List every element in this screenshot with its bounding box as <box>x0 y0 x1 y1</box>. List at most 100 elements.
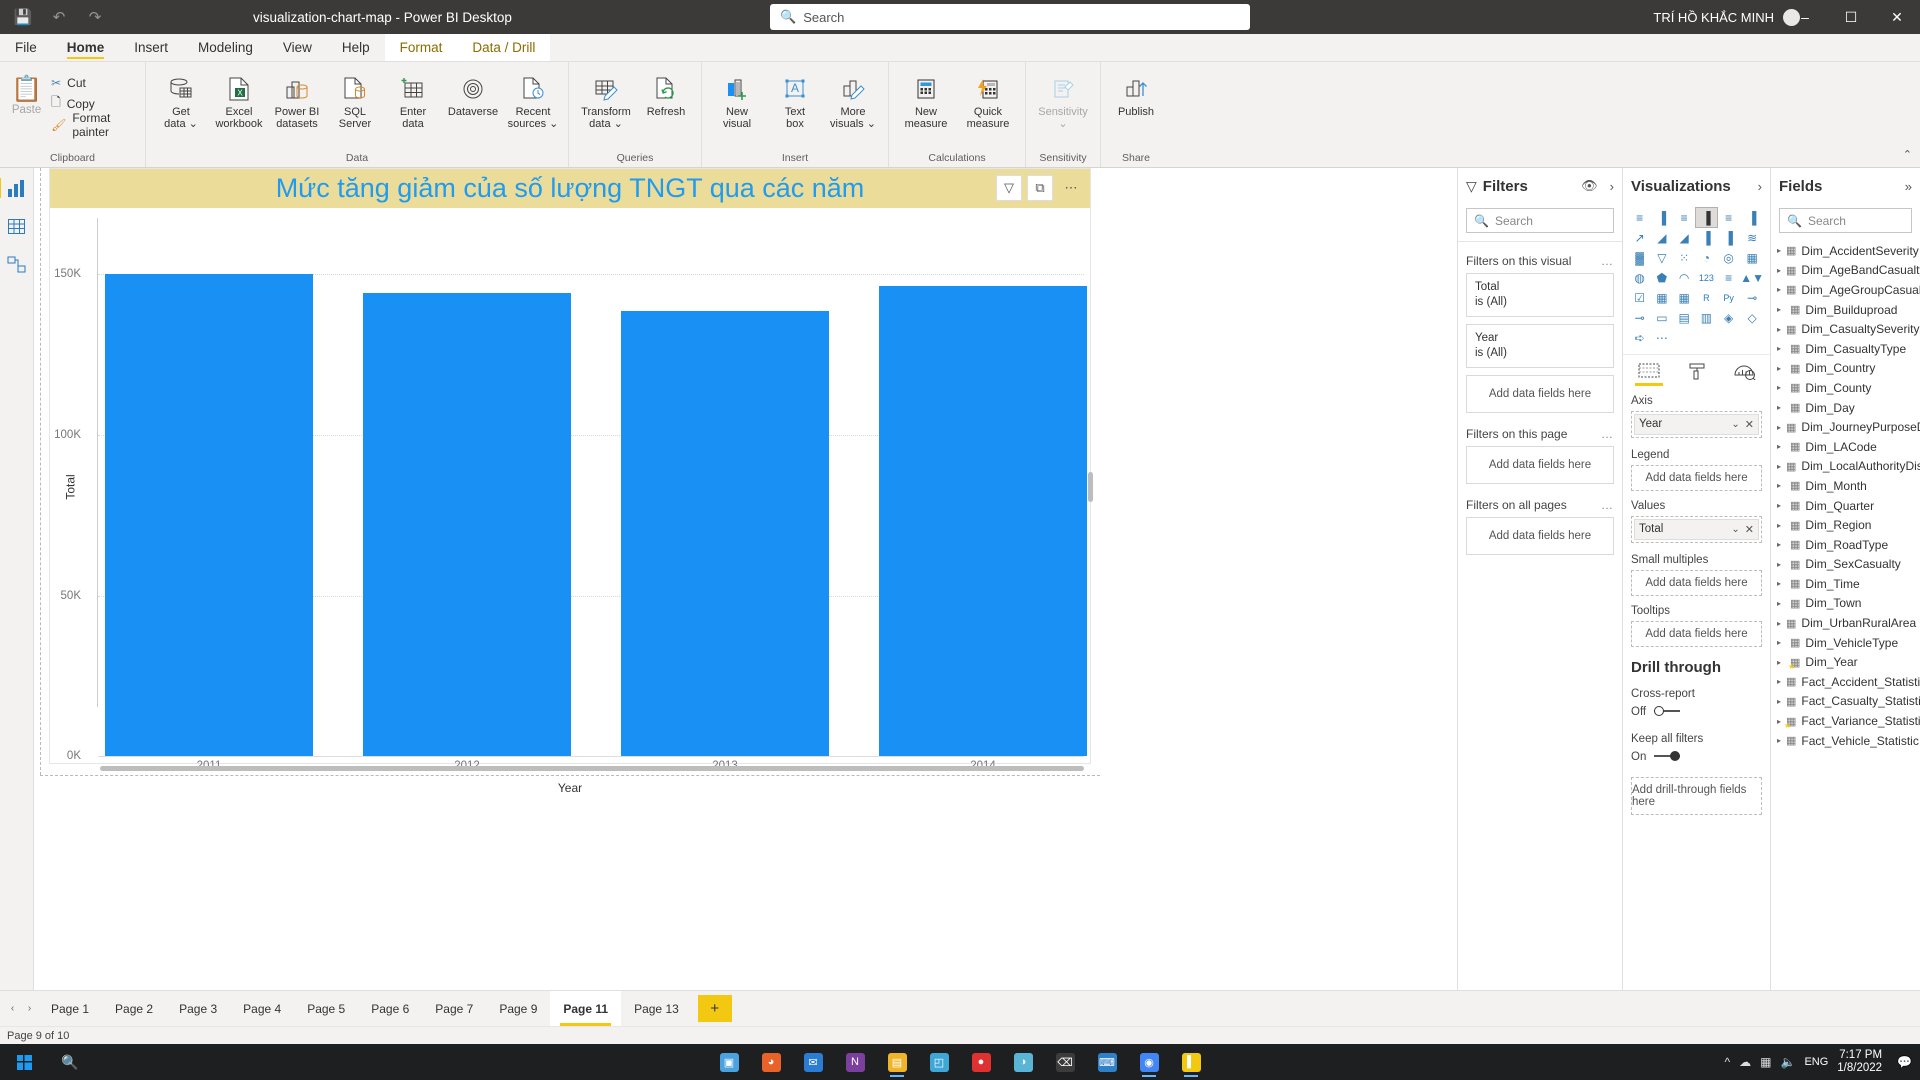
decomposition-tree-icon[interactable]: ⊸ <box>1629 308 1650 327</box>
page-tab-page-1[interactable]: Page 1 <box>38 991 102 1026</box>
field-item[interactable]: ▸ ▦ Dim_LACode <box>1771 437 1920 457</box>
fields-search-input[interactable]: 🔍 Search <box>1779 208 1912 233</box>
chevron-right-icon[interactable]: ▸ <box>1777 658 1785 667</box>
filled-map-icon[interactable]: ⬟ <box>1651 268 1672 287</box>
enter-data-button[interactable]: Enter data <box>384 68 442 130</box>
multi-row-card-icon[interactable]: ≡ <box>1718 268 1739 287</box>
chevron-right-icon[interactable]: ▸ <box>1777 579 1785 588</box>
100-stacked-column-chart-icon[interactable]: ▐ <box>1740 208 1764 227</box>
maximize-button[interactable]: ☐ <box>1828 0 1874 34</box>
analytics-tab[interactable] <box>1731 363 1759 388</box>
field-item[interactable]: ▸ ▦ ★ Fact_Variance_Statistic <box>1771 711 1920 731</box>
area-chart-icon[interactable]: ◢ <box>1651 228 1672 247</box>
page-next-button[interactable]: › <box>21 991 38 1026</box>
chevron-right-icon[interactable]: ▸ <box>1777 383 1785 392</box>
kpi-icon[interactable]: ▲▼ <box>1740 268 1764 287</box>
field-item[interactable]: ▸ ▦ Dim_JourneyPurposeDr... <box>1771 417 1920 437</box>
dataverse-button[interactable]: Dataverse <box>442 68 504 118</box>
cross-report-toggle-row[interactable]: Off <box>1623 704 1770 726</box>
stacked-area-chart-icon[interactable]: ◢ <box>1673 228 1694 247</box>
chevron-right-icon[interactable]: ▸ <box>1777 677 1781 686</box>
new-visual-button[interactable]: New visual <box>708 68 766 130</box>
sql-server-button[interactable]: SQL Server <box>326 68 384 130</box>
collapse-ribbon-button[interactable]: ⌃ <box>1903 148 1912 161</box>
remove-field-icon[interactable]: ✕ <box>1745 523 1754 536</box>
drill-through-dropzone[interactable]: Add drill-through fields here <box>1631 776 1762 815</box>
excel-workbook-button[interactable]: X Excel workbook <box>210 68 268 130</box>
gauge-icon[interactable]: ◠ <box>1673 268 1694 287</box>
bar-2014[interactable] <box>879 286 1087 756</box>
ribbon-tab-insert[interactable]: Insert <box>119 34 183 61</box>
paint-icon[interactable]: ◑ <box>1004 1046 1042 1078</box>
chevron-double-right-icon[interactable]: » <box>1905 179 1912 194</box>
page-tab-page-3[interactable]: Page 3 <box>166 991 230 1026</box>
field-item[interactable]: ▸ ▦ ★ Dim_Year <box>1771 652 1920 672</box>
report-canvas[interactable]: Mức tăng giảm của số lượng TNGT qua các … <box>34 168 1457 990</box>
page-tab-page-2[interactable]: Page 2 <box>102 991 166 1026</box>
chevron-right-icon[interactable]: ▸ <box>1777 619 1781 628</box>
key-influencers-icon[interactable]: ⊸ <box>1740 288 1764 307</box>
field-item[interactable]: ▸ ▦ Dim_LocalAuthorityDist... <box>1771 457 1920 477</box>
field-item[interactable]: ▸ ▦ Dim_Country <box>1771 359 1920 379</box>
ribbon-tab-home[interactable]: Home <box>52 34 120 61</box>
clock[interactable]: 7:17 PM 1/8/2022 <box>1837 1049 1888 1075</box>
map-icon[interactable]: ◍ <box>1629 268 1650 287</box>
chevron-right-icon[interactable]: ▸ <box>1777 364 1785 373</box>
table-icon[interactable]: ▦ <box>1651 288 1672 307</box>
chevron-right-icon[interactable]: ▸ <box>1777 481 1785 490</box>
notification-bell-icon[interactable]: 💬 <box>1897 1055 1912 1069</box>
onedrive-icon[interactable]: ☁ <box>1739 1055 1751 1069</box>
chevron-right-icon[interactable]: ▸ <box>1777 540 1785 549</box>
page-tab-page-13[interactable]: Page 13 <box>621 991 692 1026</box>
azure-map-icon[interactable]: ➪ <box>1629 328 1650 347</box>
line-chart-icon[interactable]: ↗ <box>1629 228 1650 247</box>
undo-icon[interactable]: ↶ <box>50 8 68 26</box>
chevron-right-icon[interactable]: ▸ <box>1777 697 1781 706</box>
field-item[interactable]: ▸ ▦ Dim_VehicleType <box>1771 633 1920 653</box>
qna-icon[interactable]: ▭ <box>1651 308 1672 327</box>
filter-icon[interactable]: ▽ <box>996 175 1022 201</box>
file-explorer-icon[interactable]: ▤ <box>878 1046 916 1078</box>
chevron-right-icon[interactable]: ▸ <box>1777 305 1785 314</box>
get-more-visuals-icon[interactable]: ⋯ <box>1651 328 1672 347</box>
chevron-right-icon[interactable]: ▸ <box>1777 521 1785 530</box>
waterfall-chart-icon[interactable]: ▓ <box>1629 248 1650 267</box>
keep-filters-toggle-row[interactable]: On <box>1623 749 1770 771</box>
field-item[interactable]: ▸ ▦ Dim_County <box>1771 378 1920 398</box>
report-view-button[interactable] <box>0 176 29 200</box>
card-icon[interactable]: 123 <box>1696 268 1717 287</box>
show-hidden-icons[interactable]: ^ <box>1725 1055 1731 1069</box>
field-item[interactable]: ▸ ▦ Dim_AgeGroupCasualty <box>1771 280 1920 300</box>
fields-tab[interactable] <box>1635 363 1663 388</box>
paste-button[interactable]: 📋 Paste <box>6 68 47 116</box>
clustered-bar-chart-icon[interactable]: ≡ <box>1673 208 1694 227</box>
ribbon-tab-file[interactable]: File <box>0 34 52 61</box>
field-item[interactable]: ▸ ▦ Dim_RoadType <box>1771 535 1920 555</box>
chart-plot-area[interactable]: Total 150K 100K 50K 0K 2011 2012 2013 20… <box>50 208 1093 795</box>
field-item[interactable]: ▸ ▦ Dim_Town <box>1771 594 1920 614</box>
cut-button[interactable]: ✂ Cut <box>47 72 139 93</box>
all-pages-filters-dropzone[interactable]: Add data fields here <box>1466 517 1614 555</box>
ribbon-tab-help[interactable]: Help <box>327 34 385 61</box>
user-account[interactable]: TRÍ HỒ KHẮC MINH <box>1653 8 1800 26</box>
field-item[interactable]: ▸ ▦ Dim_CasualtyType <box>1771 339 1920 359</box>
field-item[interactable]: ▸ ▦ Dim_Month <box>1771 476 1920 496</box>
page-tab-page-11[interactable]: Page 11 <box>550 991 622 1026</box>
chevron-down-icon[interactable]: ⌄ <box>1731 524 1739 535</box>
bar-2013[interactable] <box>621 311 829 756</box>
vscode-icon[interactable]: ⌨ <box>1088 1046 1126 1078</box>
get-data-button[interactable]: Get data ⌄ <box>152 68 210 130</box>
well-tooltips-dropzone[interactable]: Add data fields here <box>1631 620 1762 647</box>
bar-2012[interactable] <box>363 293 571 756</box>
taskbar-search-icon[interactable]: 🔍 <box>48 1054 92 1071</box>
section-menu-icon[interactable]: … <box>1601 254 1614 268</box>
quick-measure-button[interactable]: Quick measure <box>957 68 1019 130</box>
arcgis-maps-icon[interactable]: ◈ <box>1718 308 1739 327</box>
filter-card-total[interactable]: Total is (All) <box>1466 273 1614 317</box>
chevron-right-icon[interactable]: ▸ <box>1777 266 1781 275</box>
page-tab-page-7[interactable]: Page 7 <box>422 991 486 1026</box>
chevron-right-icon[interactable]: ▸ <box>1777 638 1785 647</box>
chevron-right-icon[interactable]: › <box>1758 179 1762 194</box>
fields-list[interactable]: ▸ ▦ Dim_AccidentSeverity ▸ ▦ Dim_AgeBandCasua… <box>1771 241 1920 750</box>
windows-start-icon[interactable] <box>0 1054 48 1070</box>
